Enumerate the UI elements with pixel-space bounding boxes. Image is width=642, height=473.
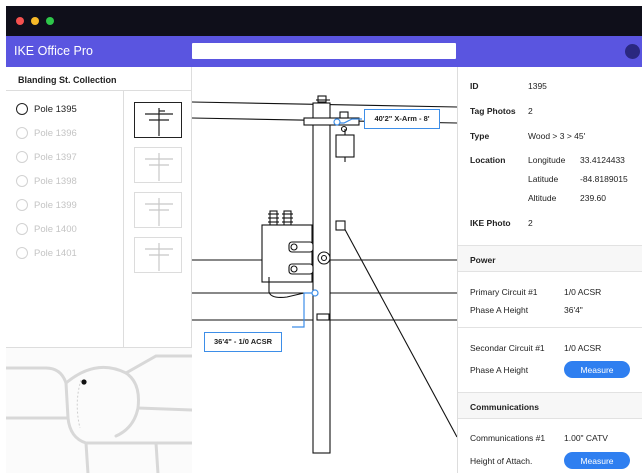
pole-item[interactable]: Pole 1398 bbox=[16, 174, 77, 188]
latitude-label: Latitude bbox=[528, 174, 559, 184]
pole-radio[interactable] bbox=[16, 175, 28, 187]
app-header: IKE Office Pro bbox=[6, 36, 642, 67]
power-section-header: Power bbox=[458, 245, 642, 272]
pole-label: Pole 1395 bbox=[34, 103, 77, 115]
pole-radio[interactable] bbox=[16, 151, 28, 163]
measure-power-button[interactable]: Measure bbox=[564, 361, 630, 378]
type-value: Wood > 3 > 45' bbox=[528, 131, 586, 141]
maximize-window-button[interactable] bbox=[46, 17, 54, 25]
user-avatar[interactable] bbox=[625, 44, 640, 59]
app-title: IKE Office Pro bbox=[14, 44, 93, 58]
pole-drawing-canvas[interactable]: 40'2" X-Arm - 8' 36'4" - 1/0 ACSR bbox=[191, 67, 458, 473]
collection-title: Blanding St. Collection bbox=[6, 67, 192, 91]
type-label: Type bbox=[470, 131, 490, 141]
pole-item[interactable]: Pole 1401 bbox=[16, 246, 77, 260]
pole-item[interactable]: Pole 1399 bbox=[16, 198, 77, 212]
pole-sketch-icon bbox=[145, 198, 173, 226]
phase-a-height-value: 36'4" bbox=[564, 305, 583, 315]
pole-item[interactable]: Pole 1396 bbox=[16, 126, 77, 140]
pole-label: Pole 1398 bbox=[34, 175, 77, 187]
communications-circuit-value: 1.00" CATV bbox=[564, 433, 608, 443]
pole-radio[interactable] bbox=[16, 199, 28, 211]
pole-list: Pole 1395 Pole 1396 Pole 1397 Pole 1398 … bbox=[6, 91, 124, 347]
primary-circuit-value: 1/0 ACSR bbox=[564, 287, 602, 297]
location-label: Location bbox=[470, 155, 506, 165]
pole-label: Pole 1399 bbox=[34, 199, 77, 211]
longitude-label: Longitude bbox=[528, 155, 566, 165]
pole-item[interactable]: Pole 1397 bbox=[16, 150, 77, 164]
pole-details-panel: ID 1395 Tag Photos 2 Type Wood > 3 > 45'… bbox=[457, 67, 642, 473]
pole-thumbnail[interactable] bbox=[134, 102, 182, 138]
pole-radio[interactable] bbox=[16, 127, 28, 139]
section-divider bbox=[458, 327, 642, 328]
secondary-phase-label: Phase A Height bbox=[470, 365, 529, 375]
id-value: 1395 bbox=[528, 81, 547, 91]
pole-sketch-icon bbox=[145, 108, 173, 136]
location-minimap[interactable] bbox=[4, 347, 194, 473]
pole-radio[interactable] bbox=[16, 223, 28, 235]
pole-thumbnail[interactable] bbox=[134, 147, 182, 183]
pole-sketch-icon bbox=[145, 153, 173, 181]
street-map bbox=[4, 354, 194, 473]
communications-circuit-label: Communications #1 bbox=[470, 433, 546, 443]
altitude-value: 239.60 bbox=[580, 193, 606, 203]
phase-a-height-label: Phase A Height bbox=[470, 305, 529, 315]
minimize-window-button[interactable] bbox=[31, 17, 39, 25]
communications-heading: Communications bbox=[470, 402, 539, 412]
height-of-attach-label: Height of Attach. bbox=[470, 456, 533, 466]
collection-panel: Blanding St. Collection Pole 1395 Pole 1… bbox=[4, 67, 194, 473]
secondary-circuit-value: 1/0 ACSR bbox=[564, 343, 602, 353]
pole-label: Pole 1400 bbox=[34, 223, 77, 235]
pole-thumbnail[interactable] bbox=[134, 192, 182, 228]
pole-item[interactable]: Pole 1400 bbox=[16, 222, 77, 236]
primary-circuit-label: Primary Circuit #1 bbox=[470, 287, 538, 297]
altitude-label: Altitude bbox=[528, 193, 557, 203]
tag-photos-label: Tag Photos bbox=[470, 106, 516, 116]
tag-photos-value[interactable]: 2 bbox=[528, 106, 533, 116]
longitude-value: 33.4124433 bbox=[580, 155, 625, 165]
pole-thumbnail[interactable] bbox=[134, 237, 182, 273]
secondary-circuit-label: Secondar Circuit #1 bbox=[470, 343, 545, 353]
pole-label: Pole 1397 bbox=[34, 151, 77, 163]
pole-location-marker bbox=[81, 379, 87, 385]
power-heading: Power bbox=[470, 255, 496, 265]
close-window-button[interactable] bbox=[16, 17, 24, 25]
ike-photo-label: IKE Photo bbox=[470, 218, 511, 228]
id-label: ID bbox=[470, 81, 479, 91]
pole-radio[interactable] bbox=[16, 103, 28, 115]
measure-communications-button[interactable]: Measure bbox=[564, 452, 630, 469]
search-input[interactable] bbox=[192, 43, 456, 59]
pole-label: Pole 1396 bbox=[34, 127, 77, 139]
pole-radio[interactable] bbox=[16, 247, 28, 259]
latitude-value: -84.8189015 bbox=[580, 174, 628, 184]
pole-sketch-icon bbox=[145, 243, 173, 271]
crossarm-callout[interactable]: 40'2" X-Arm - 8' bbox=[364, 109, 440, 129]
secondary-callout[interactable]: 36'4" - 1/0 ACSR bbox=[204, 332, 282, 352]
window-titlebar bbox=[6, 6, 642, 36]
ike-photo-value[interactable]: 2 bbox=[528, 218, 533, 228]
pole-label: Pole 1401 bbox=[34, 247, 77, 259]
pole-item[interactable]: Pole 1395 bbox=[16, 102, 77, 116]
communications-section-header: Communications bbox=[458, 392, 642, 419]
